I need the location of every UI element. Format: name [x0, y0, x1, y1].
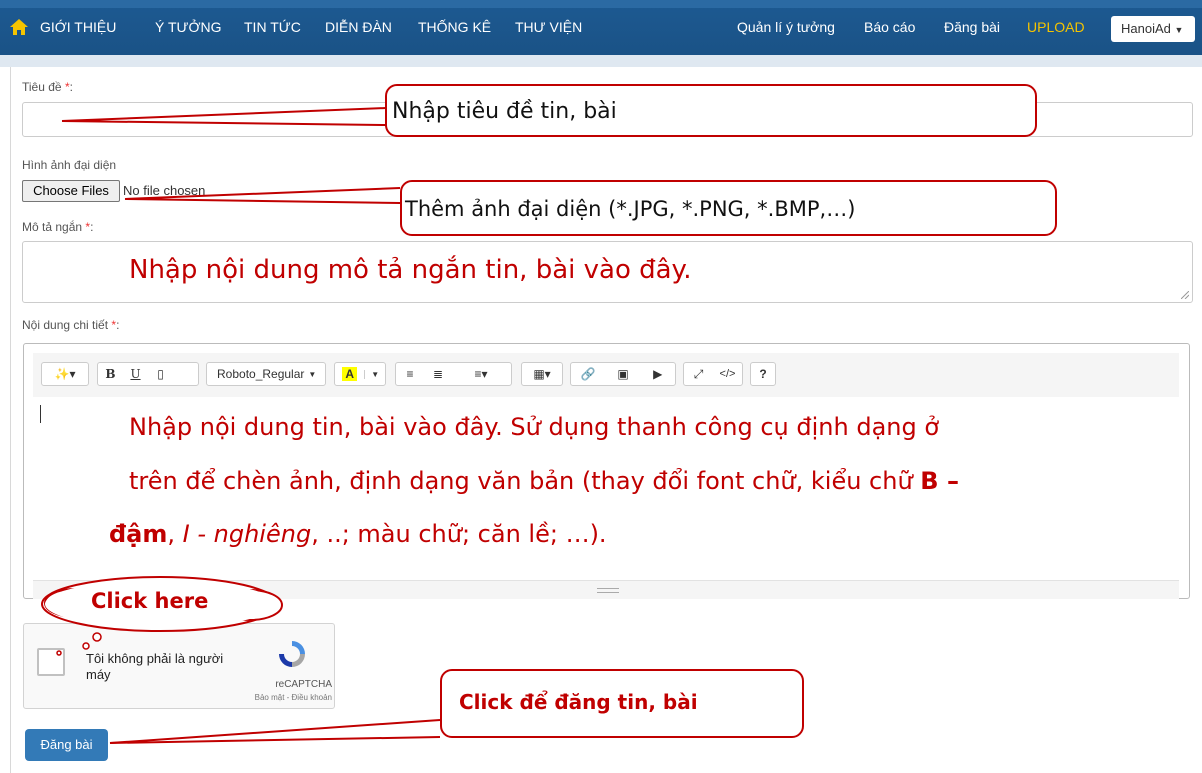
title-pointer-line — [61, 120, 387, 126]
title-pointer-line — [61, 107, 387, 122]
cloud-tail-dot — [56, 650, 62, 656]
image-callout: Thêm ảnh đại diện (*.JPG, *.PNG, *.BMP,…… — [400, 180, 1057, 236]
title-callout: Nhập tiêu đề tin, bài — [385, 84, 1037, 137]
cloud-tail-dot — [82, 642, 90, 650]
submit-callout: Click để đăng tin, bài — [440, 669, 804, 738]
click-here-callout: Click here — [91, 589, 209, 613]
image-pointer-line — [124, 187, 401, 200]
cloud-tail-dot — [92, 632, 102, 642]
image-pointer-line — [124, 198, 401, 204]
